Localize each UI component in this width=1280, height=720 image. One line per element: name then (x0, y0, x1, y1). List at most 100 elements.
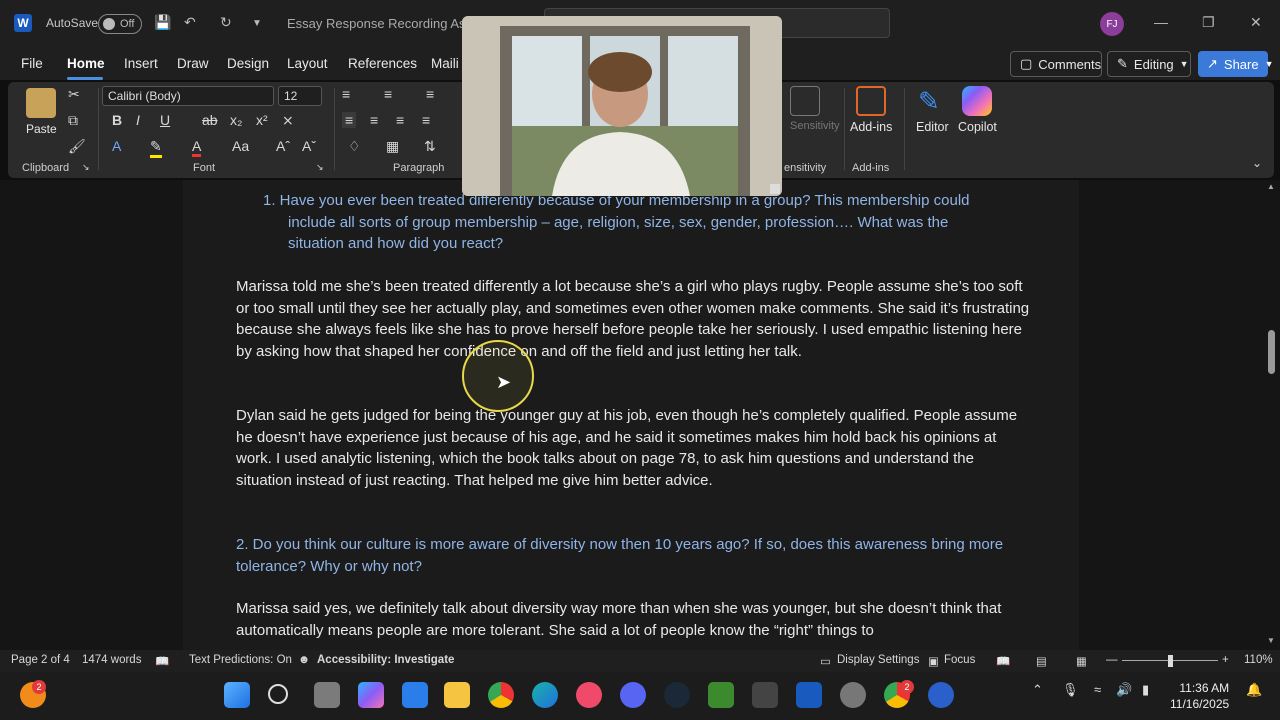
add-ins-label[interactable]: Add-ins (850, 120, 892, 134)
focus-label[interactable]: Focus (944, 654, 975, 666)
battery-icon[interactable]: ▮ (1142, 682, 1149, 698)
editor-label[interactable]: Editor (916, 120, 949, 134)
tray-overflow-icon[interactable]: ⌃ (1032, 682, 1043, 698)
zoom-slider-handle[interactable] (1168, 655, 1173, 667)
minimize-icon[interactable]: — (1154, 14, 1168, 30)
tab-references[interactable]: References (348, 56, 417, 71)
start-icon[interactable] (224, 682, 250, 708)
bold-icon[interactable]: B (112, 112, 122, 128)
document-title[interactable]: Essay Response Recording Assig (287, 16, 482, 31)
sensitivity-label[interactable]: Sensitivity (790, 120, 840, 132)
comments-button[interactable]: ▢ Comments (1010, 51, 1102, 77)
itunes-icon[interactable] (576, 682, 602, 708)
settings-icon[interactable] (840, 682, 866, 708)
volume-icon[interactable]: 🔊 (1116, 682, 1132, 698)
save-icon[interactable]: 💾 (154, 14, 171, 31)
align-center-icon[interactable]: ≡ (370, 112, 378, 128)
proofing-icon[interactable]: 📖 (155, 654, 169, 668)
copilot-icon[interactable] (962, 86, 992, 116)
copy-icon[interactable]: ⧉ (68, 112, 78, 129)
close-icon[interactable]: ✕ (1250, 14, 1262, 31)
file-explorer-icon[interactable] (444, 682, 470, 708)
format-painter-icon[interactable]: 🖌 (68, 138, 86, 155)
zoom-out-icon[interactable]: — (1106, 654, 1118, 666)
scroll-up-icon[interactable]: ▲ (1267, 182, 1275, 191)
share-button[interactable]: ↗ Share ▼ (1198, 51, 1274, 77)
tab-design[interactable]: Design (227, 56, 269, 71)
subscript-icon[interactable]: x₂ (230, 112, 242, 128)
vertical-scrollbar[interactable]: ▲ ▼ (1266, 180, 1278, 650)
italic-icon[interactable]: I (136, 112, 140, 128)
copilot-label[interactable]: Copilot (958, 120, 997, 134)
shading-icon[interactable]: ♢ (348, 138, 361, 155)
highlight-icon[interactable]: ✎ (150, 138, 162, 158)
print-layout-icon[interactable]: ▤ (1036, 654, 1047, 668)
steam-icon[interactable] (664, 682, 690, 708)
discord-icon[interactable] (620, 682, 646, 708)
clock[interactable]: 11:36 AM 11/16/2025 (1170, 680, 1229, 712)
undo-icon[interactable]: ↶ (184, 14, 196, 31)
display-settings-label[interactable]: Display Settings (837, 654, 919, 666)
microphone-icon[interactable]: 🎙 (1062, 682, 1079, 698)
grow-font-icon[interactable]: Aˆ (276, 138, 290, 154)
align-right-icon[interactable]: ≡ (396, 112, 404, 128)
add-ins-icon[interactable] (856, 86, 886, 116)
chrome-icon[interactable] (488, 682, 514, 708)
sensitivity-icon[interactable] (790, 86, 820, 116)
edge-icon[interactable] (532, 682, 558, 708)
font-color-icon[interactable]: A (192, 138, 202, 157)
clipboard-launcher-icon[interactable]: ↘ (82, 162, 90, 173)
multilevel-list-icon[interactable]: ≡ (426, 86, 434, 102)
justify-icon[interactable]: ≡ (422, 112, 430, 128)
shrink-font-icon[interactable]: Aˇ (302, 138, 316, 154)
customize-qat-icon[interactable]: ▼ (252, 18, 262, 29)
zoom-level[interactable]: 110% (1244, 654, 1273, 666)
underline-icon[interactable]: U (160, 112, 170, 128)
font-size-select[interactable]: 12 (278, 86, 322, 106)
font-name-select[interactable]: Calibri (Body) (102, 86, 274, 106)
wifi-icon[interactable]: ≈ (1094, 682, 1101, 697)
tab-file[interactable]: File (21, 56, 43, 71)
change-case-icon[interactable]: Aa (232, 138, 249, 154)
editor-icon[interactable]: ✎ (918, 86, 948, 116)
autosave-toggle[interactable]: Off (98, 14, 142, 34)
sort-icon[interactable]: ⇅ (424, 138, 436, 155)
minecraft-icon[interactable] (708, 682, 734, 708)
collapse-ribbon-icon[interactable]: ⌄ (1252, 156, 1262, 170)
tab-home[interactable]: Home (67, 56, 105, 71)
todo-icon[interactable] (402, 682, 428, 708)
word-count[interactable]: 1474 words (82, 654, 141, 666)
tab-draw[interactable]: Draw (177, 56, 209, 71)
page-count[interactable]: Page 2 of 4 (11, 654, 70, 666)
search-icon[interactable] (268, 684, 288, 704)
document-page[interactable]: 1. Have you ever been treated differentl… (183, 180, 1079, 650)
web-layout-icon[interactable]: ▦ (1076, 654, 1087, 668)
restore-icon[interactable]: ❐ (1202, 14, 1215, 31)
copilot-app-icon[interactable] (358, 682, 384, 708)
paste-label[interactable]: Paste (26, 122, 57, 136)
tab-insert[interactable]: Insert (124, 56, 158, 71)
font-launcher-icon[interactable]: ↘ (316, 162, 324, 173)
text-predictions-status[interactable]: Text Predictions: On (189, 654, 292, 666)
editing-mode-button[interactable]: ✎ Editing ▼ (1107, 51, 1191, 77)
recorder-icon[interactable] (928, 682, 954, 708)
text-effects-icon[interactable]: A (112, 138, 121, 154)
cut-icon[interactable]: ✂ (68, 86, 80, 103)
clear-formatting-icon[interactable]: ⨯ (282, 112, 294, 129)
redo-icon[interactable]: ↻ (220, 14, 232, 31)
app-icon[interactable] (752, 682, 778, 708)
accessibility-status[interactable]: Accessibility: Investigate (317, 654, 454, 666)
bullets-icon[interactable]: ≡ (342, 86, 350, 102)
zoom-in-icon[interactable]: + (1222, 654, 1229, 666)
scroll-down-icon[interactable]: ▼ (1267, 636, 1275, 645)
word-app-icon[interactable] (796, 682, 822, 708)
borders-icon[interactable]: ▦ (386, 138, 399, 155)
scrollbar-thumb[interactable] (1268, 330, 1275, 374)
avatar[interactable]: FJ (1100, 12, 1124, 36)
notifications-icon[interactable]: 🔔 (1246, 682, 1262, 698)
read-mode-icon[interactable]: 📖 (996, 654, 1010, 668)
task-view-icon[interactable] (314, 682, 340, 708)
numbering-icon[interactable]: ≡ (384, 86, 392, 102)
strikethrough-icon[interactable]: ab (202, 112, 218, 128)
align-left-icon[interactable]: ≡ (342, 112, 357, 128)
